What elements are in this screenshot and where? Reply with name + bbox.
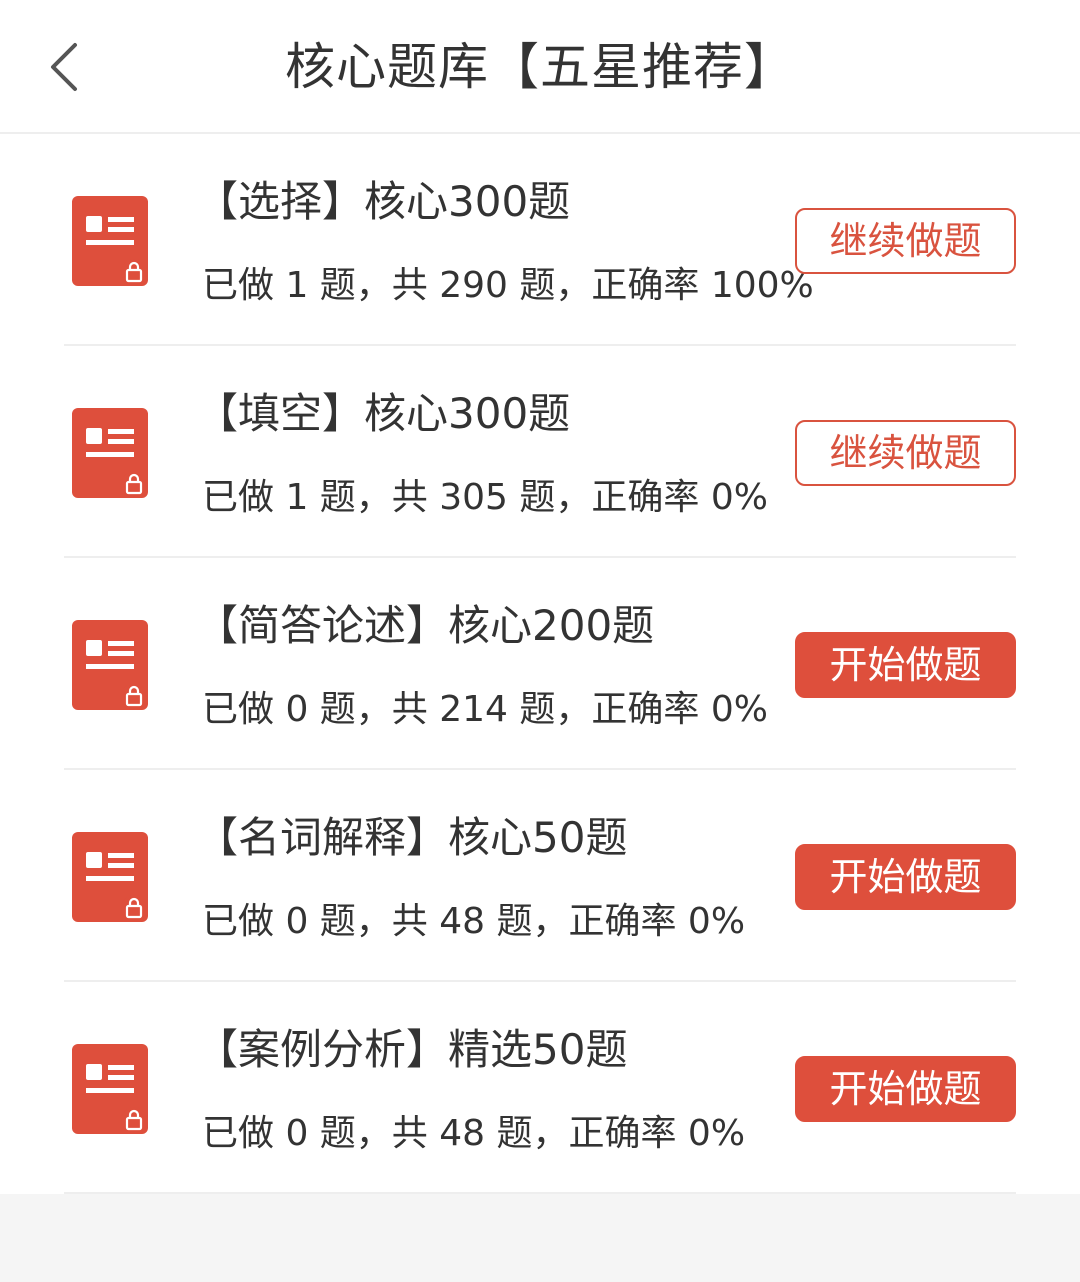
list-item[interactable]: 【选择】核心300题 已做 1 题，共 290 题，正确率 100% 继续做题 [0, 134, 1080, 346]
continue-button[interactable]: 继续做题 [795, 208, 1016, 274]
item-title: 【案例分析】精选50题 [196, 1025, 628, 1074]
start-button[interactable]: 开始做题 [795, 632, 1016, 698]
bottom-area [0, 1194, 1080, 1282]
page: 核心题库【五星推荐】 【选择】核心300题 已做 1 题，共 290 题，正确率… [0, 0, 1080, 1282]
item-stats: 已做 0 题，共 214 题，正确率 0% [202, 689, 768, 730]
locked-document-icon [72, 1044, 148, 1134]
list-item[interactable]: 【案例分析】精选50题 已做 0 题，共 48 题，正确率 0% 开始做题 [0, 982, 1080, 1194]
locked-document-icon [72, 196, 148, 286]
start-button[interactable]: 开始做题 [795, 1056, 1016, 1122]
item-title: 【填空】核心300题 [196, 389, 571, 438]
page-title: 核心题库【五星推荐】 [285, 38, 795, 96]
list-item[interactable]: 【名词解释】核心50题 已做 0 题，共 48 题，正确率 0% 开始做题 [0, 770, 1080, 982]
locked-document-icon [72, 408, 148, 498]
item-stats: 已做 0 题，共 48 题，正确率 0% [202, 901, 746, 942]
start-button[interactable]: 开始做题 [795, 844, 1016, 910]
item-stats: 已做 0 题，共 48 题，正确率 0% [202, 1113, 746, 1154]
item-title: 【名词解释】核心50题 [196, 813, 628, 862]
item-stats: 已做 1 题，共 305 题，正确率 0% [202, 477, 768, 518]
item-stats: 已做 1 题，共 290 题，正确率 100% [202, 265, 814, 306]
list-item[interactable]: 【填空】核心300题 已做 1 题，共 305 题，正确率 0% 继续做题 [0, 346, 1080, 558]
locked-document-icon [72, 620, 148, 710]
question-bank-list: 【选择】核心300题 已做 1 题，共 290 题，正确率 100% 继续做题 … [0, 134, 1080, 1194]
list-item[interactable]: 【简答论述】核心200题 已做 0 题，共 214 题，正确率 0% 开始做题 [0, 558, 1080, 770]
header: 核心题库【五星推荐】 [0, 0, 1080, 134]
locked-document-icon [72, 832, 148, 922]
continue-button[interactable]: 继续做题 [795, 420, 1016, 486]
item-title: 【简答论述】核心200题 [196, 601, 655, 650]
item-title: 【选择】核心300题 [196, 177, 571, 226]
